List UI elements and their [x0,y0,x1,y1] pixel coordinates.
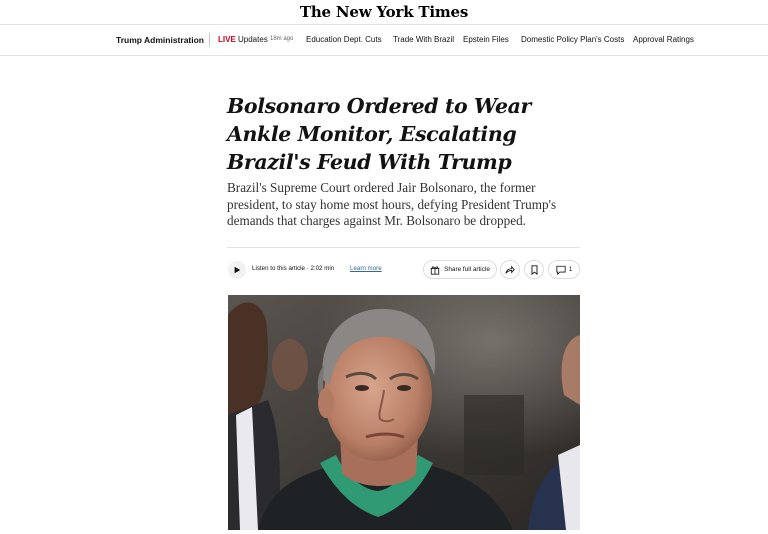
nav-link-approval-ratings[interactable]: Approval Ratings [633,35,694,44]
masthead: The New York Times [0,0,768,25]
listen-article-label: Listen to this article · 2:02 min [252,265,335,272]
share-full-article-label: Share full article [444,266,490,273]
share-full-article-button[interactable]: Share full article [423,260,497,279]
comment-count: 1 [568,266,573,273]
nav-link-trade-with-brazil[interactable]: Trade With Brazil [393,35,454,44]
live-badge[interactable]: LIVE [218,35,236,44]
nav-section-trump-administration[interactable]: Trump Administration [116,35,204,45]
nyt-logo[interactable]: The New York Times [300,3,468,21]
play-audio-button[interactable] [228,261,246,279]
share-button[interactable] [500,260,520,279]
nav-divider [209,33,210,47]
toolbar-divider [227,247,580,248]
play-icon [234,266,241,274]
top-navigation: Trump Administration LIVE Updates 18m ag… [0,25,768,56]
comment-icon [556,265,566,275]
article-headline: Bolsonaro Ordered to Wear Ankle Monitor,… [227,94,531,174]
share-arrow-icon [505,265,515,274]
nav-link-education-dept-cuts[interactable]: Education Dept. Cuts [306,35,382,44]
article-summary: Brazil's Supreme Court ordered Jair Bols… [227,180,557,228]
nav-link-domestic-policy-plan-costs[interactable]: Domestic Policy Plan's Costs [521,35,624,44]
photo-illustration [228,295,580,530]
article-lead-photo[interactable] [228,295,580,530]
nav-live-updates[interactable]: Updates [238,35,268,44]
gift-icon [430,265,440,275]
nav-link-epstein-files[interactable]: Epstein Files [463,35,509,44]
comments-button[interactable]: 1 [548,260,580,279]
bookmark-icon [531,264,537,275]
nav-updates-timestamp: 18m ago [270,36,294,42]
save-article-button[interactable] [524,260,544,279]
learn-more-link[interactable]: Learn more [350,265,382,272]
